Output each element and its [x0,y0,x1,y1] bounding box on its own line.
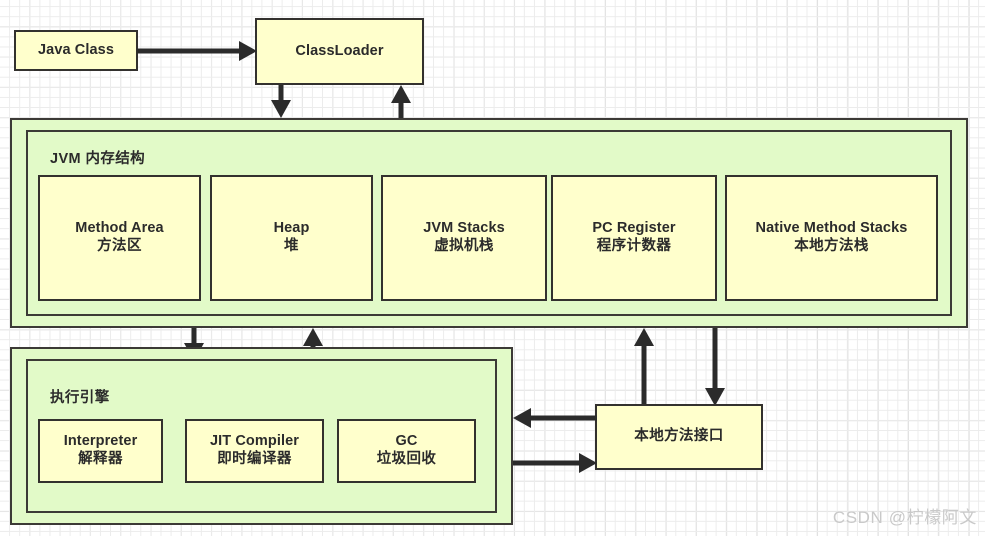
arrow-native-interface-to-memory [633,328,655,406]
memory-box-heap-en: Heap [273,220,310,237]
jvm-architecture-diagram: Java Class ClassLoader JVM 内存结构 Method A… [0,0,985,536]
arrow-memory-to-class-loader [390,85,412,118]
memory-box-heap[interactable]: Heap 堆 [210,175,373,301]
panel-jvm-memory-title: JVM 内存结构 [50,151,146,167]
arrow-java-class-to-class-loader [137,40,257,62]
execution-box-gc-en: GC [395,433,418,450]
node-class-loader-label: ClassLoader [295,42,384,59]
execution-box-jit-compiler[interactable]: JIT Compiler 即时编译器 [185,419,324,483]
memory-box-method-area[interactable]: Method Area 方法区 [38,175,201,301]
memory-box-native-method-stacks-cn: 本地方法栈 [794,238,869,254]
memory-box-method-area-en: Method Area [75,220,164,237]
memory-box-native-method-stacks-en: Native Method Stacks [755,220,908,237]
arrow-class-loader-to-memory [270,85,292,118]
execution-box-jit-compiler-cn: 即时编译器 [217,451,292,467]
memory-box-heap-cn: 堆 [284,238,299,254]
execution-box-interpreter-cn: 解释器 [78,451,123,467]
execution-box-gc[interactable]: GC 垃圾回收 [337,419,476,483]
node-java-class[interactable]: Java Class [14,30,138,71]
memory-box-pc-register[interactable]: PC Register 程序计数器 [551,175,717,301]
memory-box-method-area-cn: 方法区 [97,238,142,254]
node-native-method-interface-label: 本地方法接口 [634,428,724,445]
memory-box-jvm-stacks[interactable]: JVM Stacks 虚拟机栈 [381,175,547,301]
csdn-watermark: CSDN @柠檬阿文 [832,508,977,527]
memory-box-native-method-stacks[interactable]: Native Method Stacks 本地方法栈 [725,175,938,301]
memory-box-pc-register-cn: 程序计数器 [596,238,672,254]
execution-box-gc-cn: 垃圾回收 [376,451,437,467]
memory-box-jvm-stacks-cn: 虚拟机栈 [434,238,494,254]
panel-execution-engine-title: 执行引擎 [50,390,110,406]
arrow-execution-engine-to-native-interface [513,452,597,474]
memory-box-pc-register-en: PC Register [592,220,676,237]
node-native-method-interface[interactable]: 本地方法接口 [595,404,763,470]
memory-box-jvm-stacks-en: JVM Stacks [423,220,505,237]
execution-box-interpreter[interactable]: Interpreter 解释器 [38,419,163,483]
arrow-memory-to-native-interface [704,328,726,406]
execution-box-interpreter-en: Interpreter [63,433,138,450]
execution-box-jit-compiler-en: JIT Compiler [209,433,300,450]
arrow-native-interface-to-execution-engine [513,407,597,429]
node-java-class-label: Java Class [38,41,114,58]
node-class-loader[interactable]: ClassLoader [255,18,424,85]
